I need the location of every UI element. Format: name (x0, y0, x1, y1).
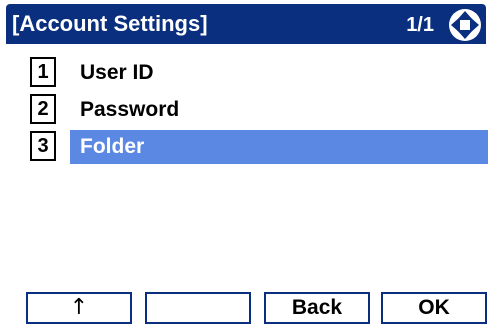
menu-item-password[interactable]: 2 Password (30, 93, 490, 127)
menu-item-label: User ID (80, 61, 154, 84)
back-button[interactable]: Back (264, 292, 370, 324)
menu-item-label-box: User ID (70, 56, 490, 90)
softkey-up-arrow[interactable]: ↑ (26, 292, 132, 324)
page-indicator: 1/1 (406, 14, 434, 36)
title-bar: [Account Settings] 1/1 (6, 4, 486, 44)
menu-item-label: Password (80, 98, 180, 121)
softkey-blank[interactable] (145, 292, 251, 324)
menu-item-number: 1 (30, 57, 56, 87)
softkey-bar: ↑ Back OK (26, 292, 488, 324)
page-title: [Account Settings] (12, 11, 208, 36)
navigation-cross-icon (449, 9, 481, 41)
menu-item-number: 2 (30, 94, 56, 124)
menu-item-label: Folder (80, 135, 145, 158)
up-arrow-icon: ↑ (69, 295, 89, 320)
phone-display-screen: [Account Settings] 1/1 1 User ID 2 Passw… (0, 0, 492, 328)
menu-item-label-box: Password (70, 93, 490, 127)
ok-button[interactable]: OK (381, 292, 487, 324)
menu-list: 1 User ID 2 Password 3 Folder (30, 56, 490, 167)
menu-item-user-id[interactable]: 1 User ID (30, 56, 490, 90)
menu-item-label-box-selected: Folder (70, 130, 488, 164)
menu-item-number: 3 (30, 131, 56, 161)
menu-item-folder[interactable]: 3 Folder (30, 130, 490, 164)
